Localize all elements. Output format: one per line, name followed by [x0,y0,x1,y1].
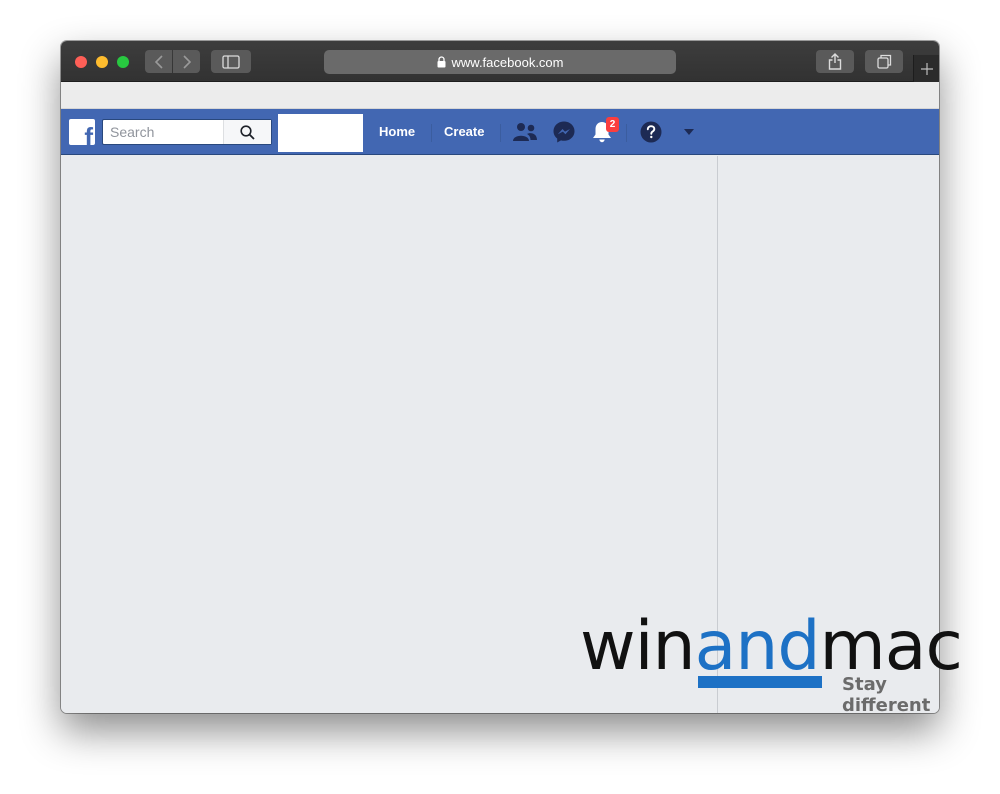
address-bar[interactable]: www.facebook.com [324,50,676,74]
close-window-button[interactable] [75,56,87,68]
back-button[interactable] [145,50,172,73]
messenger-icon [553,121,575,143]
facebook-top-bar: f Home Create [61,109,939,155]
share-button[interactable] [816,50,854,73]
watermark-underline [698,676,822,688]
show-tabs-button[interactable] [865,50,903,73]
favorites-bar [61,82,939,109]
url-text: www.facebook.com [451,54,564,70]
nav-separator [431,124,432,142]
nav-separator [626,124,627,142]
tabs-overview-icon [876,54,891,69]
facebook-logo-icon: f [84,122,93,145]
chevron-left-icon [154,54,163,69]
lock-icon [437,56,445,68]
zoom-window-button[interactable] [117,56,129,68]
friends-icon [513,123,537,141]
facebook-logo[interactable]: f [69,119,95,145]
quick-help-button[interactable] [639,120,663,144]
nav-create-link[interactable]: Create [444,124,484,139]
sidebar-icon [222,54,240,69]
nav-home-link[interactable]: Home [379,124,415,139]
browser-titlebar: www.facebook.com [61,41,939,82]
search-icon [240,124,255,140]
friend-requests-button[interactable] [511,120,539,144]
chevron-right-icon [182,54,191,69]
plus-icon [920,62,933,75]
search-input[interactable] [103,120,223,144]
new-tab-button[interactable] [913,55,939,82]
messenger-button[interactable] [551,120,577,144]
search-button[interactable] [223,120,271,144]
caret-down-icon [684,129,694,135]
account-menu-button[interactable] [681,120,697,144]
watermark-logo: winandmac [580,612,963,682]
nav-separator [500,124,501,142]
watermark-tagline: Stay different [842,674,931,716]
notification-count-badge: 2 [606,117,619,132]
question-mark-icon [640,121,662,143]
sidebar-toggle-button[interactable] [211,50,251,73]
profile-link[interactable] [278,114,363,152]
watermark-part-win: win [580,607,696,686]
forward-button[interactable] [173,50,200,73]
winandmac-watermark: winandmac Stay different [580,612,970,717]
minimize-window-button[interactable] [96,56,108,68]
share-icon [828,53,842,70]
watermark-part-and: and [694,607,821,686]
search-box [102,119,272,145]
